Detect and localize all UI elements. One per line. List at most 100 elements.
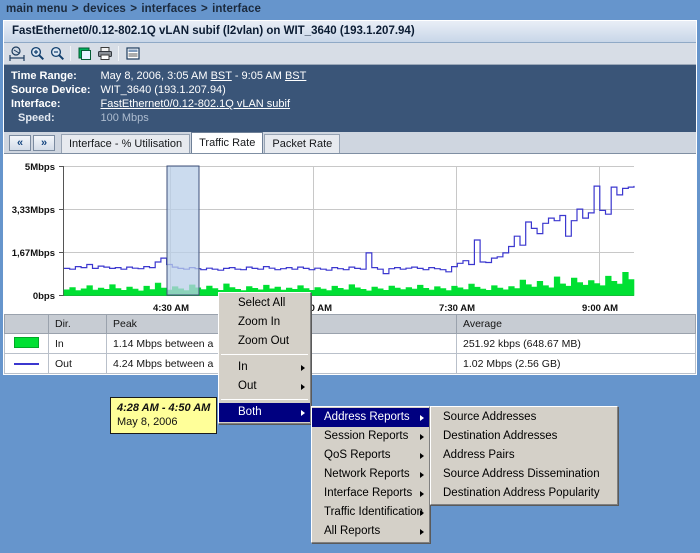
info-row-source-device: Source Device: WIT_3640 (193.1.207.94) — [4, 84, 306, 98]
chart-ytick-2: 1,67Mbps — [12, 248, 55, 259]
pan-select-icon[interactable] — [7, 45, 26, 63]
breadcrumb-separator: > — [71, 3, 79, 15]
menu-item-zoom-in[interactable]: Zoom In — [219, 313, 310, 332]
column-header-dir: Dir. — [48, 314, 107, 334]
menu-item-both[interactable]: Both — [219, 403, 310, 422]
chevron-right-icon — [420, 414, 424, 421]
menu-item-qos-reports-label: QoS Reports — [324, 449, 391, 461]
menu-item-all-reports-label: All Reports — [324, 525, 381, 537]
menu-item-in[interactable]: In — [219, 358, 310, 377]
row-dir-out: Out — [48, 353, 107, 374]
time-range-end: - 9:05 AM — [231, 70, 285, 82]
menu-divider — [221, 354, 308, 355]
chevron-right-icon — [301, 383, 305, 390]
traffic-summary-table: Dir. Peak Average In 1.14 Mbps between a… — [4, 314, 696, 374]
tab-prev-button[interactable]: « — [9, 135, 31, 151]
context-menu-level-2[interactable]: Address Reports Session Reports QoS Repo… — [311, 406, 430, 543]
chart-toolbar — [4, 43, 696, 65]
menu-item-address-reports[interactable]: Address Reports — [312, 408, 429, 427]
breadcrumb-item-main-menu[interactable]: main menu — [6, 3, 68, 15]
chart-tooltip: 4:28 AM - 4:50 AM May 8, 2006 — [110, 397, 218, 434]
print-icon[interactable] — [95, 45, 114, 63]
chart-ytick-3: 0bps — [33, 291, 55, 302]
chart-xtick-2: 7:30 AM — [439, 303, 475, 314]
menu-item-qos-reports[interactable]: QoS Reports — [312, 446, 429, 465]
menu-item-out-label: Out — [238, 380, 257, 392]
menu-item-traffic-identification-label: Traffic Identification — [324, 506, 424, 518]
menu-item-destination-addresses[interactable]: Destination Addresses — [431, 427, 617, 446]
toolbar-divider — [118, 46, 119, 61]
menu-item-select-all[interactable]: Select All — [219, 294, 310, 313]
chevron-right-icon — [301, 409, 305, 416]
chart-selection-band[interactable] — [166, 165, 200, 296]
row-average-in: 251.92 kbps (648.67 MB) — [456, 333, 696, 354]
tab-packet-rate[interactable]: Packet Rate — [264, 134, 341, 153]
table-row[interactable]: In 1.14 Mbps between a 251.92 kbps (648.… — [4, 333, 696, 354]
time-range-start: May 8, 2006, 3:05 AM — [100, 70, 211, 82]
out-swatch — [14, 362, 39, 365]
breadcrumb-item-interfaces[interactable]: interfaces — [141, 3, 196, 15]
speed-label: Speed: — [18, 112, 55, 124]
export-icon[interactable] — [75, 45, 94, 63]
menu-item-traffic-identification[interactable]: Traffic Identification — [312, 503, 429, 522]
chart-ytick-1: 3,33Mbps — [12, 205, 55, 216]
tab-next-button[interactable]: » — [33, 135, 55, 151]
info-row-speed: Speed: 100 Mbps — [4, 112, 306, 126]
menu-item-network-reports[interactable]: Network Reports — [312, 465, 429, 484]
chevron-right-icon — [420, 528, 424, 535]
chevron-right-icon — [420, 452, 424, 459]
speed-value: 100 Mbps — [100, 112, 149, 124]
zoom-in-icon[interactable] — [27, 45, 46, 63]
breadcrumb-item-interface[interactable]: interface — [212, 3, 261, 15]
menu-item-session-reports[interactable]: Session Reports — [312, 427, 429, 446]
chart-xtick-0: 4:30 AM — [153, 303, 189, 314]
page-title: FastEthernet0/0.12-802.1Q vLAN subif (l2… — [4, 21, 696, 43]
menu-item-out[interactable]: Out — [219, 377, 310, 396]
chart-canvas[interactable]: 5Mbps 3,33Mbps 1,67Mbps 0bps 4:30 AM 6:0… — [4, 154, 696, 314]
chart-xtick-3: 9:00 AM — [582, 303, 618, 314]
menu-item-session-reports-label: Session Reports — [324, 430, 409, 442]
in-swatch — [14, 336, 39, 348]
menu-item-network-reports-label: Network Reports — [324, 468, 410, 480]
zoom-out-icon[interactable] — [47, 45, 66, 63]
menu-item-source-address-dissemination[interactable]: Source Address Dissemination — [431, 465, 617, 484]
breadcrumb-separator: > — [201, 3, 208, 15]
menu-item-source-addresses[interactable]: Source Addresses — [431, 408, 617, 427]
tab-interface-utilisation[interactable]: Interface - % Utilisation — [61, 134, 191, 153]
time-range-label: Time Range: — [11, 70, 77, 82]
menu-divider — [221, 399, 308, 400]
time-range-value: May 8, 2006, 3:05 AM BST - 9:05 AM BST — [100, 70, 306, 84]
menu-item-all-reports[interactable]: All Reports — [312, 522, 429, 541]
menu-item-interface-reports[interactable]: Interface Reports — [312, 484, 429, 503]
table-row[interactable]: Out 4.24 Mbps between a 1.02 Mbps (2.56 … — [4, 353, 696, 374]
chevron-right-icon — [301, 364, 305, 371]
menu-item-address-pairs[interactable]: Address Pairs — [431, 446, 617, 465]
interface-link[interactable]: FastEthernet0/0.12-802.1Q vLAN subif — [100, 98, 290, 110]
breadcrumb-item-devices[interactable]: devices — [83, 3, 126, 15]
main-panel: FastEthernet0/0.12-802.1Q vLAN subif (l2… — [3, 20, 697, 434]
menu-item-both-label: Both — [238, 406, 262, 418]
menu-item-interface-reports-label: Interface Reports — [324, 487, 413, 499]
table-header-row: Dir. Peak Average — [4, 314, 696, 334]
menu-item-zoom-out[interactable]: Zoom Out — [219, 332, 310, 351]
chevron-right-icon — [420, 433, 424, 440]
context-menu-level-1[interactable]: Select All Zoom In Zoom Out In Out Both — [218, 292, 311, 424]
report-icon[interactable] — [123, 45, 142, 63]
context-menu-level-3[interactable]: Source Addresses Destination Addresses A… — [430, 406, 618, 505]
app-root: main menu > devices > interfaces > inter… — [0, 0, 700, 553]
info-row-interface: Interface: FastEthernet0/0.12-802.1Q vLA… — [4, 98, 306, 112]
traffic-rate-chart[interactable]: 5Mbps 3,33Mbps 1,67Mbps 0bps 4:30 AM 6:0… — [4, 154, 696, 434]
breadcrumb: main menu > devices > interfaces > inter… — [6, 3, 261, 15]
row-average-out: 1.02 Mbps (2.56 GB) — [456, 353, 696, 374]
interface-label: Interface: — [11, 98, 61, 110]
tab-traffic-rate[interactable]: Traffic Rate — [191, 132, 264, 153]
source-device-label: Source Device: — [11, 84, 91, 96]
interface-info-panel: Time Range: May 8, 2006, 3:05 AM BST - 9… — [4, 65, 696, 132]
menu-item-in-label: In — [238, 361, 248, 373]
column-header-swatch — [4, 314, 49, 334]
row-dir-in: In — [48, 333, 107, 354]
info-row-time-range: Time Range: May 8, 2006, 3:05 AM BST - 9… — [4, 70, 306, 84]
time-range-tz-start: BST — [210, 70, 232, 82]
breadcrumb-separator: > — [130, 3, 138, 15]
menu-item-destination-address-popularity[interactable]: Destination Address Popularity — [431, 484, 617, 503]
